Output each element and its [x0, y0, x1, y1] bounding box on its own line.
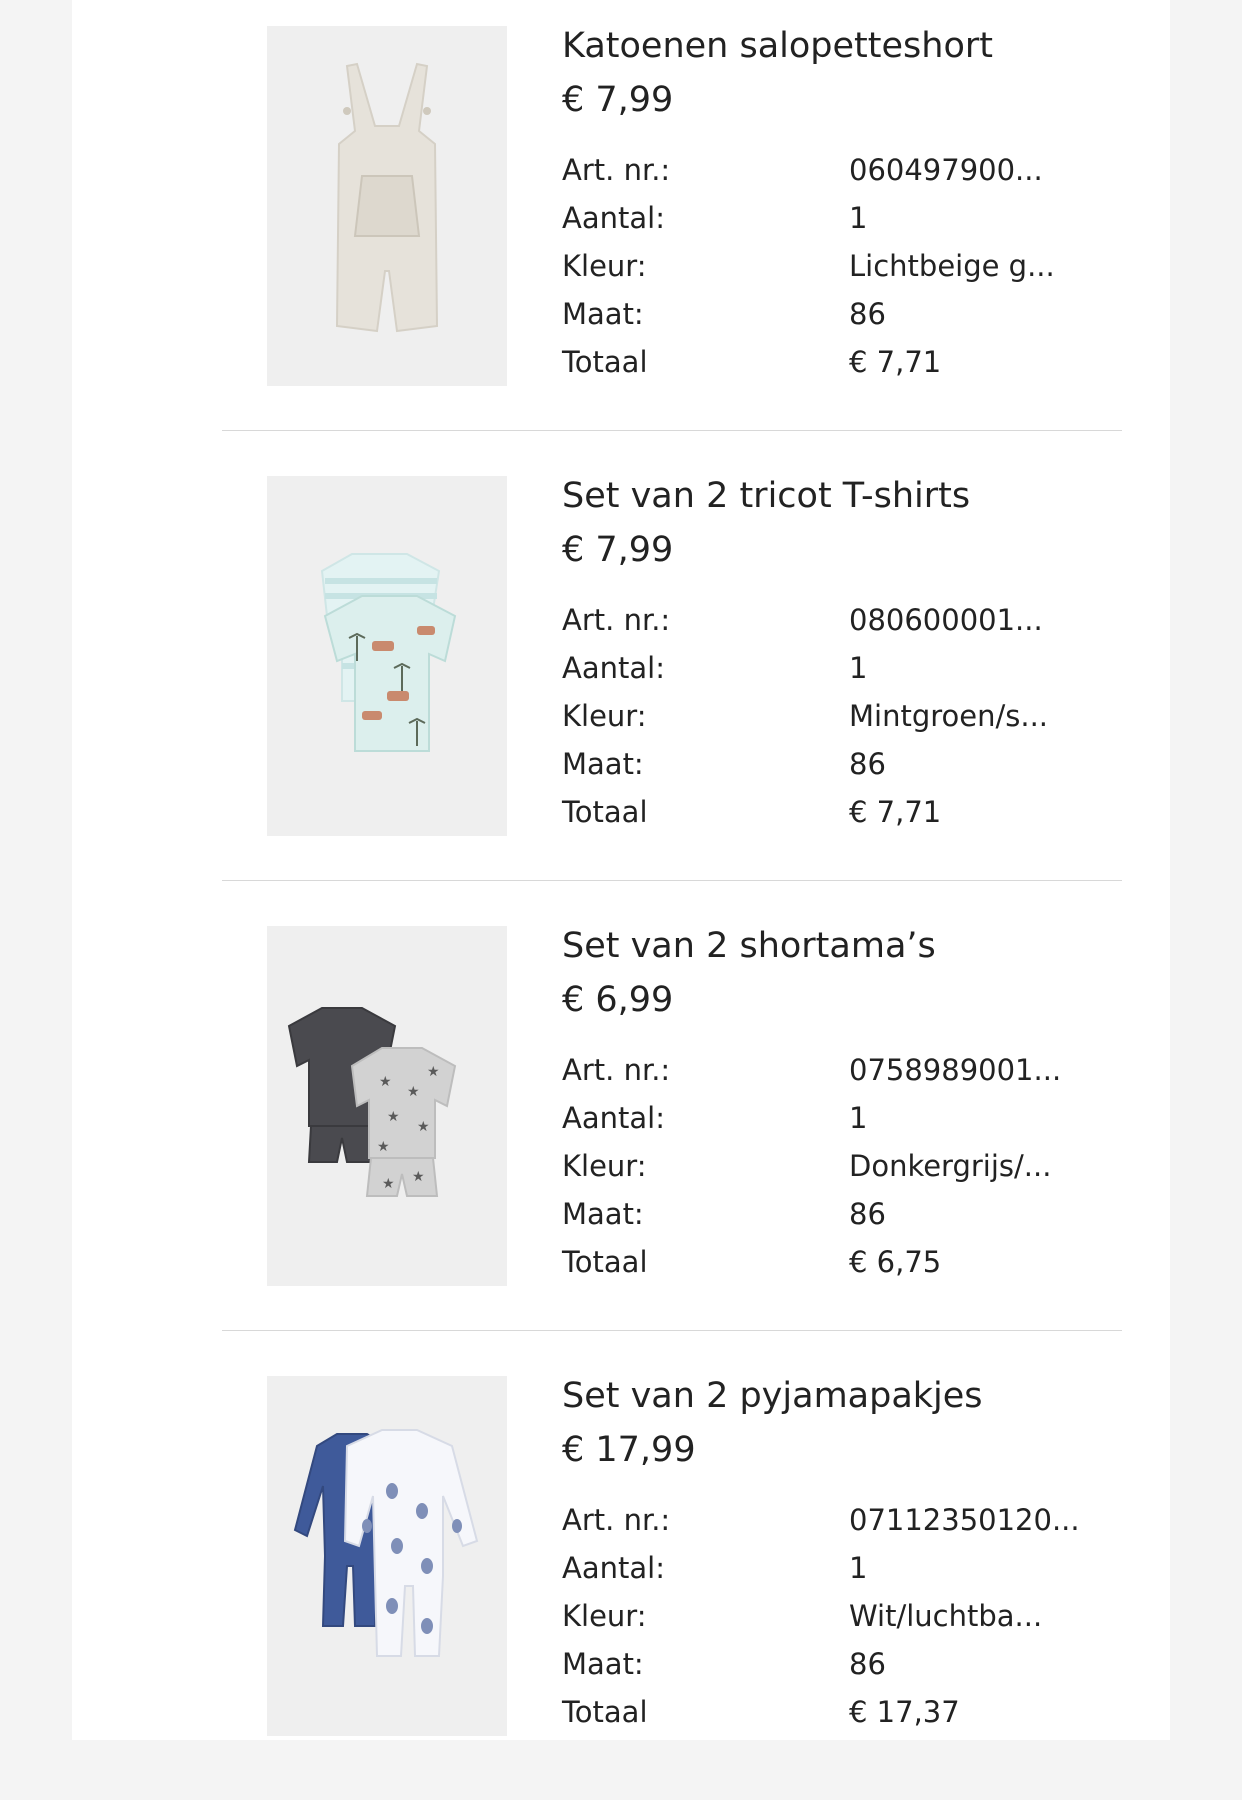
art-nr-label: Art. nr.:: [562, 1053, 671, 1087]
art-nr-value: 080600001...: [849, 603, 1043, 637]
quantity-value: 1: [849, 1551, 868, 1585]
item-price: € 17,99: [562, 1430, 696, 1470]
color-label: Kleur:: [562, 699, 647, 733]
item-details: Art. nr.: 07112350120... Aantal: 1 Kleur: W…: [562, 1496, 1082, 1736]
item-price: € 7,99: [562, 530, 674, 570]
total-label: Totaal: [562, 795, 648, 829]
svg-text:★: ★: [412, 1169, 425, 1185]
svg-text:★: ★: [427, 1064, 440, 1080]
item-title[interactable]: Set van 2 pyjamapakjes: [562, 1374, 983, 1418]
order-item: Set van 2 pyjamapakjes € 17,99 Art. nr.:…: [222, 1350, 1122, 1800]
quantity-label: Aantal:: [562, 1101, 665, 1135]
art-nr-value: 07112350120...: [849, 1503, 1080, 1537]
size-value: 86: [849, 747, 886, 781]
total-value: € 17,37: [849, 1695, 960, 1729]
art-nr-label: Art. nr.:: [562, 153, 671, 187]
art-nr-label: Art. nr.:: [562, 1503, 671, 1537]
item-price: € 7,99: [562, 80, 674, 120]
total-label: Totaal: [562, 1245, 648, 1279]
overall-shorts-image[interactable]: [267, 26, 507, 386]
item-divider: [222, 1330, 1122, 1331]
total-value: € 7,71: [849, 795, 942, 829]
item-divider: [222, 880, 1122, 881]
art-nr-value: 0758989001...: [849, 1053, 1062, 1087]
tshirts-image[interactable]: [267, 476, 507, 836]
size-value: 86: [849, 297, 886, 331]
item-divider: [222, 430, 1122, 431]
svg-text:★: ★: [407, 1084, 420, 1100]
quantity-value: 1: [849, 1101, 868, 1135]
total-value: € 6,75: [849, 1245, 942, 1279]
svg-text:★: ★: [382, 1176, 395, 1192]
item-details: Art. nr.: 060497900... Aantal: 1 Kleur: Lic…: [562, 146, 1082, 386]
item-title[interactable]: Set van 2 shortama’s: [562, 924, 936, 968]
size-value: 86: [849, 1197, 886, 1231]
quantity-label: Aantal:: [562, 651, 665, 685]
color-value: Mintgroen/s...: [849, 699, 1049, 733]
color-value: Donkergrijs/...: [849, 1149, 1052, 1183]
shortama-image[interactable]: ★ ★ ★ ★ ★ ★ ★ ★: [267, 926, 507, 1286]
quantity-label: Aantal:: [562, 201, 665, 235]
quantity-label: Aantal:: [562, 1551, 665, 1585]
svg-text:★: ★: [377, 1139, 390, 1155]
size-label: Maat:: [562, 1197, 644, 1231]
art-nr-value: 060497900...: [849, 153, 1043, 187]
svg-text:★: ★: [379, 1074, 392, 1090]
size-label: Maat:: [562, 747, 644, 781]
color-value: Lichtbeige g...: [849, 249, 1055, 283]
order-item: Set van 2 tricot T-shirts € 7,99 Art. nr…: [222, 450, 1122, 900]
item-details: Art. nr.: 080600001... Aantal: 1 Kleur: Min…: [562, 596, 1082, 836]
order-item: Katoenen salopetteshort € 7,99 Art. nr.:…: [222, 0, 1122, 450]
color-label: Kleur:: [562, 249, 647, 283]
art-nr-label: Art. nr.:: [562, 603, 671, 637]
total-label: Totaal: [562, 1695, 648, 1729]
item-title[interactable]: Katoenen salopetteshort: [562, 24, 993, 68]
color-label: Kleur:: [562, 1599, 647, 1633]
quantity-value: 1: [849, 651, 868, 685]
svg-text:★: ★: [387, 1109, 400, 1125]
size-label: Maat:: [562, 297, 644, 331]
quantity-value: 1: [849, 201, 868, 235]
item-details: Art. nr.: 0758989001... Aantal: 1 Kleur: Do…: [562, 1046, 1082, 1286]
total-label: Totaal: [562, 345, 648, 379]
color-value: Wit/luchtba...: [849, 1599, 1043, 1633]
total-value: € 7,71: [849, 345, 942, 379]
item-title[interactable]: Set van 2 tricot T-shirts: [562, 474, 970, 518]
item-price: € 6,99: [562, 980, 674, 1020]
size-label: Maat:: [562, 1647, 644, 1681]
order-items-panel: Katoenen salopetteshort € 7,99 Art. nr.:…: [72, 0, 1170, 1740]
svg-text:★: ★: [417, 1119, 430, 1135]
size-value: 86: [849, 1647, 886, 1681]
pyjama-image[interactable]: [267, 1376, 507, 1736]
color-label: Kleur:: [562, 1149, 647, 1183]
order-item: ★ ★ ★ ★ ★ ★ ★ ★ Set van 2 shortama’s € 6,99 A…: [222, 900, 1122, 1350]
